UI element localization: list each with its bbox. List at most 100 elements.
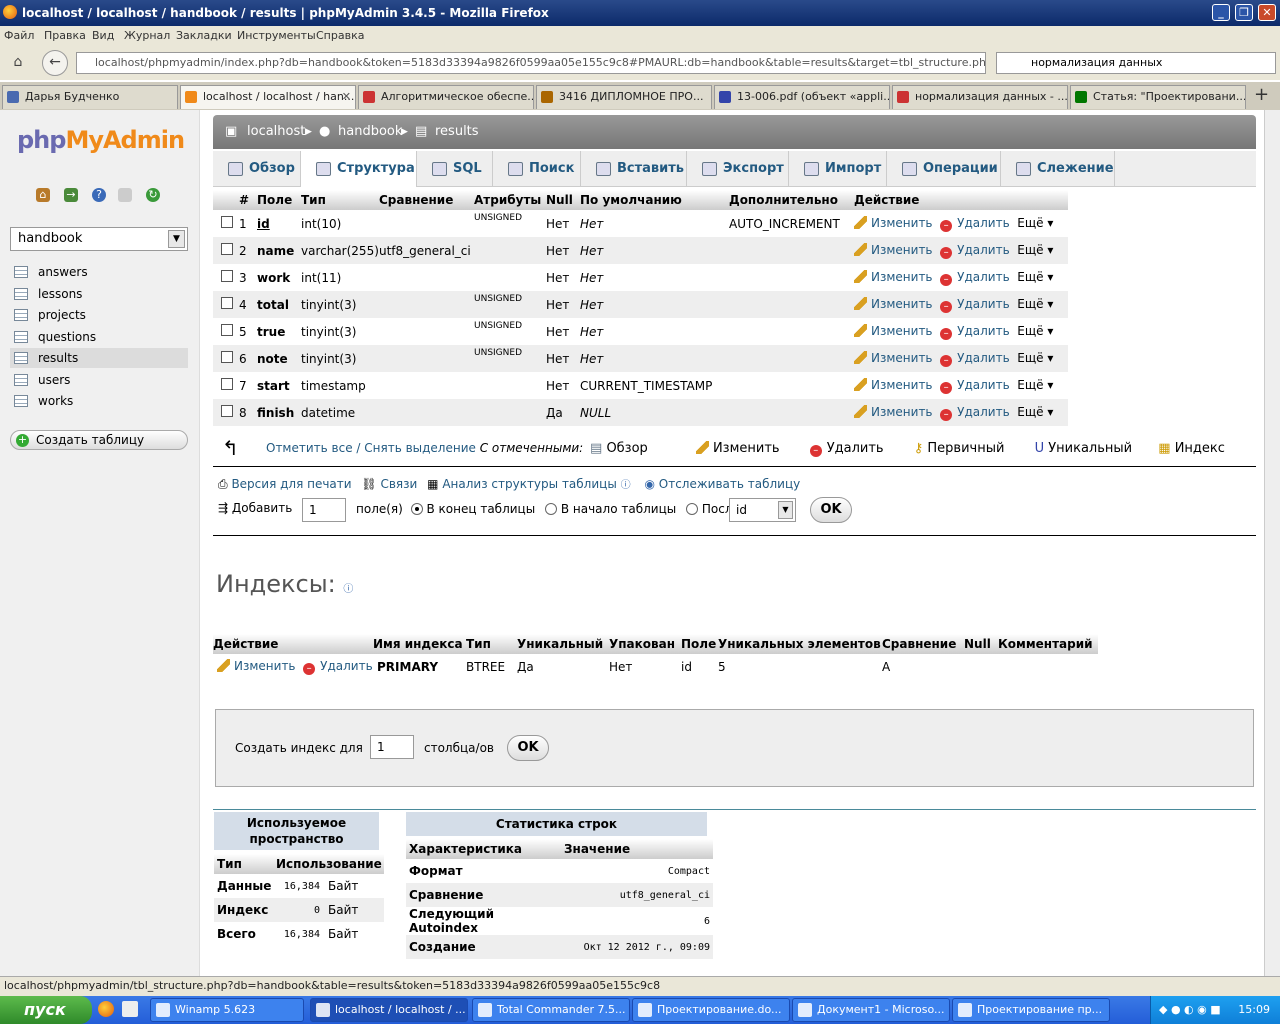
task-winamp[interactable]: Winamp 5.623 — [150, 998, 304, 1022]
more-dropdown[interactable]: Ещё ▾ — [1017, 351, 1053, 365]
edit-link[interactable]: Изменить — [854, 350, 933, 365]
delete-link[interactable]: – Удалить — [940, 270, 1010, 286]
print-view-link[interactable]: Версия для печати — [231, 477, 351, 491]
row-checkbox[interactable] — [221, 324, 233, 336]
row-checkbox[interactable] — [221, 297, 233, 309]
col-header[interactable]: Тип — [301, 190, 379, 210]
exit-icon[interactable]: → — [64, 188, 78, 202]
home-icon[interactable]: ⌂ — [6, 51, 30, 75]
bulk-index-button[interactable]: ▦ Индекс — [1158, 441, 1225, 456]
close-button[interactable]: ✕ — [1258, 4, 1276, 21]
tray-icons[interactable]: ◆ ● ◐ ◉ ■ — [1159, 996, 1221, 1024]
create-index-count-input[interactable]: 1 — [370, 735, 414, 759]
sidebar-item-answers[interactable]: answers — [10, 262, 188, 282]
delete-link[interactable]: – Удалить — [940, 405, 1010, 421]
bulk-edit-button[interactable]: Изменить — [695, 441, 780, 456]
sidebar-item-works[interactable]: works — [10, 391, 188, 411]
more-dropdown[interactable]: Ещё ▾ — [1017, 270, 1053, 284]
tab-sql[interactable]: SQL — [417, 151, 493, 187]
tab-operations[interactable]: Операции — [887, 151, 1001, 187]
docs-icon[interactable] — [118, 188, 132, 202]
radio-after[interactable] — [686, 503, 699, 515]
delete-link[interactable]: – Удалить — [940, 351, 1010, 367]
more-dropdown[interactable]: Ещё ▾ — [1017, 405, 1053, 419]
tab-browse[interactable]: Обзор — [213, 151, 301, 187]
task-firefox[interactable]: localhost / localhost / ... — [310, 998, 468, 1022]
sidebar-item-projects[interactable]: projects — [10, 305, 188, 325]
delete-link[interactable]: – Удалить — [940, 297, 1010, 313]
col-header[interactable]: Атрибуты — [474, 190, 546, 210]
breadcrumb-table[interactable]: results — [435, 124, 479, 139]
bulk-primary-button[interactable]: ⚷ Первичный — [914, 441, 1005, 456]
col-header[interactable]: Дополнительно — [729, 190, 854, 210]
sidebar-item-questions[interactable]: questions — [10, 327, 188, 347]
tab-structure[interactable]: Структура — [301, 151, 417, 187]
row-checkbox[interactable] — [221, 351, 233, 363]
database-select[interactable]: handbook ▼ — [10, 227, 188, 251]
more-dropdown[interactable]: Ещё ▾ — [1017, 297, 1053, 311]
col-header[interactable]: Null — [546, 190, 580, 210]
sidebar-item-results[interactable]: results — [10, 348, 188, 368]
menu-view[interactable]: Вид — [92, 29, 114, 42]
edit-link[interactable]: Изменить — [217, 659, 296, 673]
bulk-unique-button[interactable]: U Уникальный — [1035, 441, 1133, 456]
bulk-browse-button[interactable]: ▤ Обзор — [590, 441, 648, 456]
sidebar-item-lessons[interactable]: lessons — [10, 284, 188, 304]
help-icon[interactable]: ⓘ — [621, 480, 631, 491]
home-icon[interactable]: ⌂ — [36, 188, 50, 202]
edit-link[interactable]: Изменить — [854, 377, 933, 392]
tab-close-icon[interactable]: ✕ — [342, 86, 351, 108]
create-index-ok-button[interactable]: OK — [507, 735, 549, 761]
row-checkbox[interactable] — [221, 243, 233, 255]
tab-tracking[interactable]: Слежение — [1001, 151, 1115, 187]
more-dropdown[interactable]: Ещё ▾ — [1017, 324, 1053, 338]
browser-tab[interactable]: 3416 ДИПЛОМНОЕ ПРО... — [536, 85, 712, 109]
maximize-button[interactable]: ❐ — [1235, 4, 1253, 21]
more-dropdown[interactable]: Ещё ▾ — [1017, 378, 1053, 392]
help-icon[interactable]: ? — [92, 188, 106, 202]
create-table-button[interactable]: + Создать таблицу — [10, 430, 188, 450]
browser-tab[interactable]: Дарья Будченко — [2, 85, 178, 109]
menu-tools[interactable]: Инструменты — [237, 29, 316, 42]
tab-search[interactable]: Поиск — [493, 151, 581, 187]
tab-insert[interactable]: Вставить — [581, 151, 687, 187]
more-dropdown[interactable]: Ещё ▾ — [1017, 216, 1053, 230]
breadcrumb-server[interactable]: localhost — [247, 124, 305, 139]
task-word-2[interactable]: Документ1 - Microso... — [792, 998, 950, 1022]
edit-link[interactable]: Изменить — [854, 323, 933, 338]
task-word-3[interactable]: Проектирование пр... — [952, 998, 1110, 1022]
browser-tab[interactable]: Статья: "Проектировани... — [1070, 85, 1246, 109]
back-button[interactable]: ← — [42, 50, 68, 76]
new-tab-button[interactable]: + — [1254, 84, 1269, 105]
row-checkbox[interactable] — [221, 216, 233, 228]
col-header[interactable]: Сравнение — [379, 190, 474, 210]
add-count-input[interactable]: 1 — [302, 498, 346, 522]
sidebar-item-users[interactable]: users — [10, 370, 188, 390]
help-icon[interactable]: ⓘ — [343, 584, 353, 595]
tab-export[interactable]: Экспорт — [687, 151, 789, 187]
track-table-link[interactable]: Отслеживать таблицу — [659, 477, 800, 491]
url-bar[interactable]: localhost/phpmyadmin/index.php?db=handbo… — [76, 52, 986, 74]
row-checkbox[interactable] — [221, 405, 233, 417]
menu-bookmarks[interactable]: Закладки — [176, 29, 232, 42]
delete-link[interactable]: – Удалить — [940, 216, 1010, 232]
delete-link[interactable]: – Удалить — [940, 243, 1010, 259]
add-ok-button[interactable]: OK — [810, 497, 852, 523]
start-button[interactable]: пуск — [0, 996, 92, 1024]
breadcrumb-database[interactable]: handbook — [338, 124, 402, 139]
task-total-commander[interactable]: Total Commander 7.5... — [472, 998, 630, 1022]
edit-link[interactable]: Изменить — [854, 242, 933, 257]
browser-tab[interactable]: 13-006.pdf (объект «appli... — [714, 85, 890, 109]
radio-at-end[interactable] — [410, 503, 423, 515]
menu-help[interactable]: Справка — [316, 29, 364, 42]
edit-link[interactable]: Изменить — [854, 404, 933, 419]
radio-at-start[interactable] — [545, 503, 558, 515]
propose-structure-link[interactable]: Анализ структуры таблицы — [442, 477, 616, 491]
menu-file[interactable]: Файл — [4, 29, 34, 42]
delete-link[interactable]: – Удалить — [940, 378, 1010, 394]
check-all-link[interactable]: Отметить все / Снять выделение — [266, 441, 476, 455]
menu-history[interactable]: Журнал — [124, 29, 170, 42]
row-checkbox[interactable] — [221, 270, 233, 282]
col-header[interactable]: Поле — [257, 190, 301, 210]
browser-tab[interactable]: нормализация данных - ... — [892, 85, 1068, 109]
